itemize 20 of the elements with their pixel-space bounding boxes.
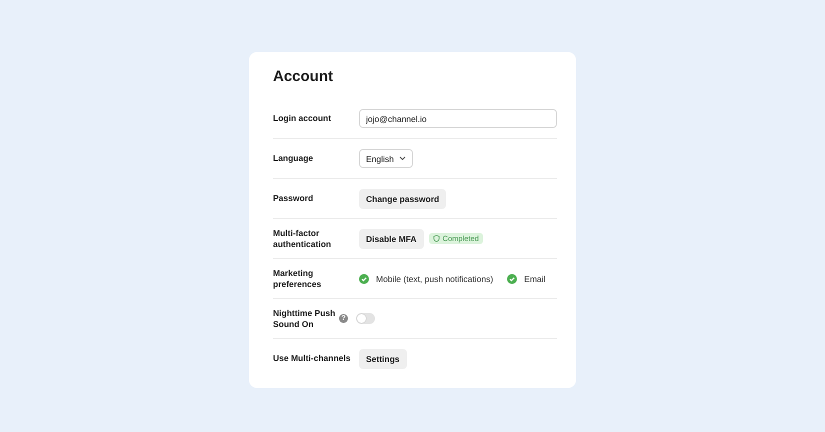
row-label: Nighttime Push Sound On [273,308,336,329]
shield-icon [432,235,440,242]
checkbox-label: Email [524,274,546,284]
row-label: Multi-factor authentication [273,228,332,249]
login-account-field[interactable]: jojo@channel.io [359,109,557,128]
row-label: Password [273,193,314,204]
chevron-down-icon [398,156,406,161]
action-button[interactable]: Settings [359,348,407,368]
row-label: Language [273,153,314,164]
toggle-switch[interactable] [356,313,375,324]
checkbox-label: Mobile (text, push notifications) [376,274,494,284]
checked-checkbox[interactable] [507,274,518,284]
row-label: Use Multi-channels [273,353,352,364]
action-button[interactable]: Change password [359,188,446,208]
checked-checkbox[interactable] [359,274,369,284]
row-label: Login account [273,113,332,124]
language-dropdown[interactable]: English [359,149,413,168]
card-title: Account [273,68,334,85]
row-label: Marketing preferences [273,268,322,289]
action-button[interactable]: Disable MFA [359,228,424,248]
